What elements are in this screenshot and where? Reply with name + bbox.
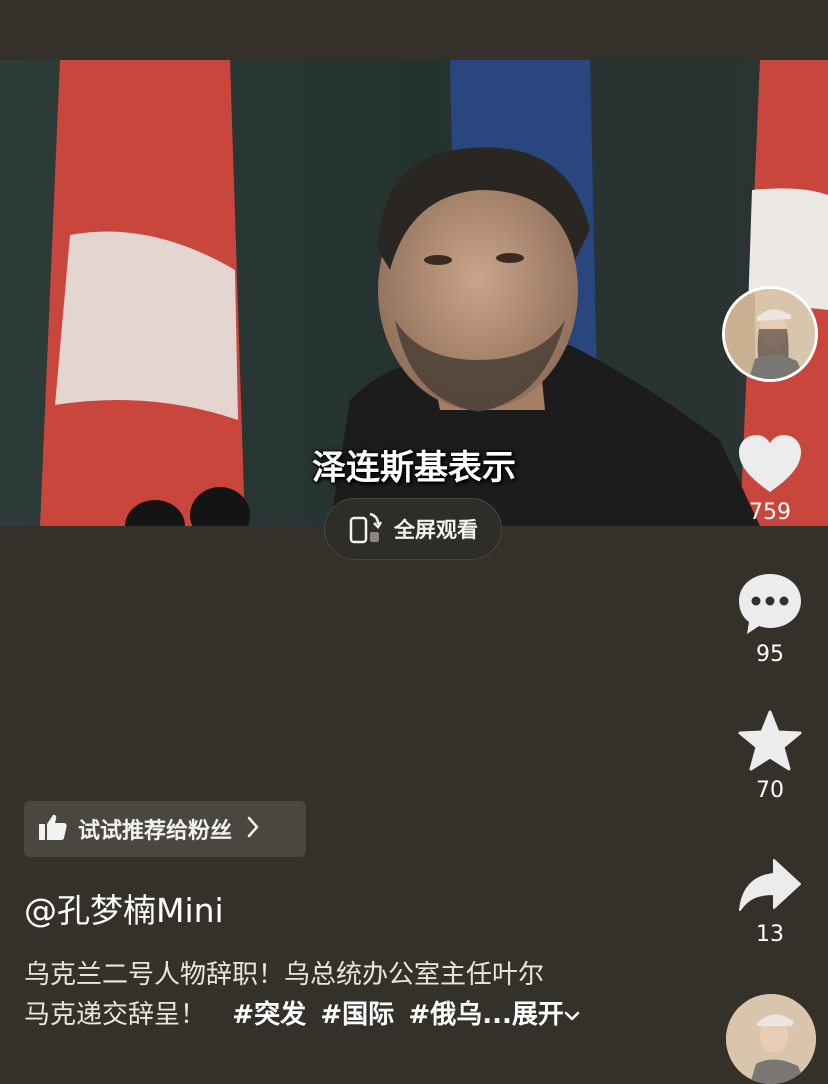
comment-count: 95 [756, 642, 784, 667]
like-action[interactable]: 759 [728, 434, 812, 525]
share-arrow-icon[interactable] [738, 859, 802, 920]
thumbs-up-icon [38, 813, 68, 845]
description-line-2: 马克递交辞呈！ [24, 1000, 207, 1030]
favorite-count: 70 [756, 778, 784, 803]
hashtag-russia-ukraine[interactable]: #俄乌... [408, 1000, 511, 1030]
like-count: 759 [749, 500, 791, 525]
comment-icon[interactable] [737, 574, 803, 640]
comment-action[interactable]: 95 [728, 572, 812, 667]
author-username[interactable]: @孔梦楠Mini [24, 884, 224, 932]
rotate-screen-icon [348, 510, 383, 548]
fullscreen-label: 全屏观看 [394, 518, 478, 542]
video-subtitle: 泽连斯基表示 [312, 448, 516, 488]
share-count: 13 [756, 922, 784, 947]
chevron-down-icon [564, 1000, 580, 1030]
music-disc-image [726, 994, 816, 1084]
fullscreen-button[interactable]: 全屏观看 [324, 498, 502, 560]
heart-icon[interactable] [737, 435, 803, 498]
author-avatar[interactable] [722, 286, 818, 382]
avatar-image [725, 289, 815, 379]
favorite-action[interactable]: 70 [728, 710, 812, 803]
music-disc-avatar[interactable] [726, 994, 816, 1084]
expand-button[interactable]: 展开 [512, 1000, 580, 1030]
star-icon[interactable] [738, 710, 802, 776]
hashtag-breaking[interactable]: #突发 [232, 1000, 306, 1030]
chevron-right-icon [246, 816, 260, 842]
recommend-label: 试试推荐给粉丝 [78, 819, 233, 844]
share-action[interactable]: 13 [728, 856, 812, 947]
recommend-to-fans-button[interactable]: 试试推荐给粉丝 [24, 801, 306, 857]
expand-label: 展开 [511, 1000, 564, 1030]
description-line-1: 乌克兰二号人物辞职！乌总统办公室主任叶尔 [24, 960, 545, 990]
post-description: 乌克兰二号人物辞职！乌总统办公室主任叶尔 马克递交辞呈！ #突发 #国际 #俄乌… [24, 955, 664, 1035]
hashtag-international[interactable]: #国际 [320, 1000, 394, 1030]
